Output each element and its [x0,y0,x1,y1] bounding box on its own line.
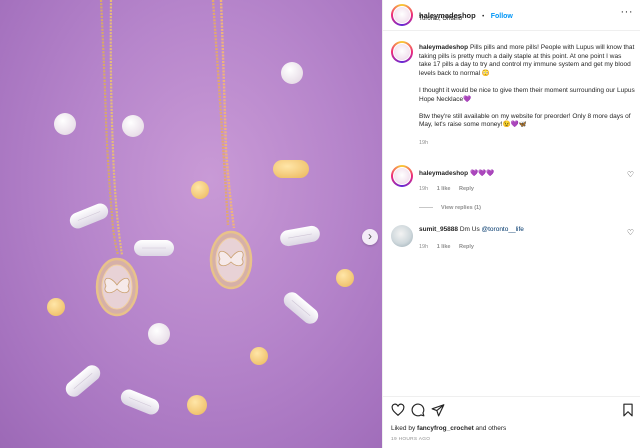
caption-time: 19h [419,139,429,146]
separator-dot: • [482,14,485,20]
comment-mention[interactable]: @toronto__life [482,226,524,233]
comment-text: Dm Us [459,226,482,233]
comment-meta: 19h 1 like Reply [419,186,481,192]
caption-username[interactable]: haleymadeshop [419,44,468,51]
comment-username[interactable]: haleymadeshop [419,170,468,177]
liked-by: Liked by fancyfrog_crochet and others [391,425,506,432]
comment-meta: 19h 1 like Reply [419,244,481,250]
post-side-panel: haleymadeshop • Follow Toronto, Ontario … [382,0,640,448]
comment-username[interactable]: sumit_95888 [419,226,458,233]
liked-by-suffix[interactable]: and others [474,425,507,432]
caption-paragraph: Btw they're still available on my websit… [419,112,631,129]
author-avatar[interactable] [391,4,413,26]
comment-time: 19h [419,186,429,192]
comment-avatar[interactable] [391,165,413,187]
comment: sumit_95888 Dm Us @toronto__life [419,226,524,233]
post-photo[interactable]: › [0,0,382,448]
caption-paragraph: I thought it would be nice to give them … [419,86,635,103]
comment-icon[interactable] [411,403,425,417]
next-arrow-icon[interactable]: › [362,229,378,245]
share-icon[interactable] [431,403,445,417]
comment-heart-icon[interactable]: ♡ [627,170,634,179]
liked-by-user[interactable]: fancyfrog_crochet [417,425,474,432]
reply-button[interactable]: Reply [459,186,474,192]
commenter-avatar[interactable] [391,225,413,247]
view-replies-button[interactable]: View replies (1) [419,205,481,211]
caption-avatar[interactable] [391,41,413,63]
comment: haleymadeshop 💜💜💜 [419,169,494,177]
more-options-icon[interactable]: ··· [621,6,634,18]
post-header: haleymadeshop • Follow Toronto, Ontario … [383,0,640,31]
post-caption: haleymadeshop Pills pills and more pills… [419,44,635,147]
pendant-right [209,230,253,290]
liked-by-prefix: Liked by [391,425,418,432]
bookmark-icon[interactable] [621,403,635,417]
follow-button[interactable]: Follow [491,13,513,20]
reply-button[interactable]: Reply [459,244,474,250]
comment-time: 19h [419,244,429,250]
comment-heart-icon[interactable]: ♡ [627,228,634,237]
heart-icon[interactable] [391,403,405,417]
post-location[interactable]: Toronto, Ontario [419,16,462,22]
post-timestamp[interactable]: 19 HOURS AGO [391,437,430,442]
pendant-left [95,257,139,317]
post-footer: Liked by fancyfrog_crochet and others 19… [383,396,640,448]
pills-and-necklaces-image [47,0,354,415]
comment-likes[interactable]: 1 like [437,244,451,250]
comment-likes[interactable]: 1 like [437,186,451,192]
comment-text: 💜💜💜 [469,170,495,177]
